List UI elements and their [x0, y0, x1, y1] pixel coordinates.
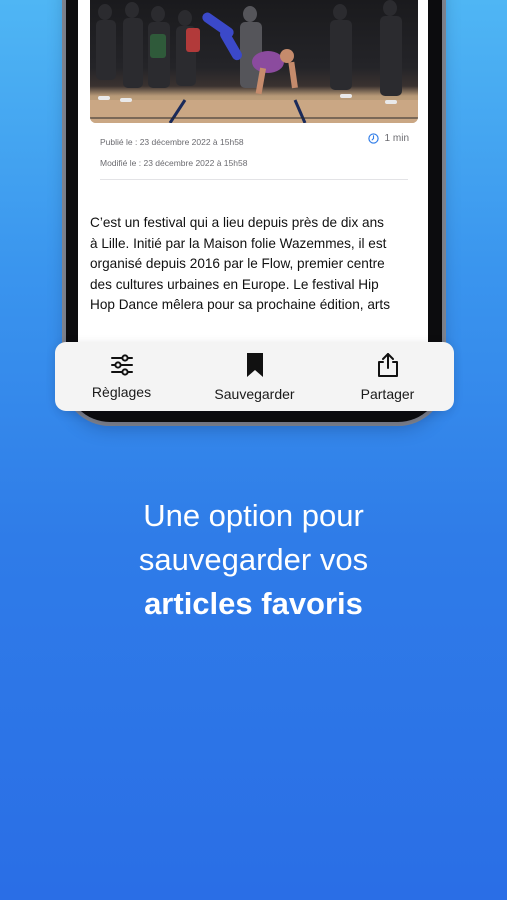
tagline-line-1: Une option pour	[143, 498, 364, 533]
article-body: C’est un festival qui a lieu depuis près…	[90, 213, 414, 316]
read-time: 1 min	[367, 133, 409, 144]
published-date: Publié le : 23 décembre 2022 à 15h58	[100, 137, 244, 147]
promo-tagline: Une option pour sauvegarder vos articles…	[0, 494, 507, 626]
tagline-line-3: articles favoris	[144, 586, 363, 621]
read-time-label: 1 min	[384, 133, 409, 144]
settings-button[interactable]: Règlages	[62, 353, 182, 400]
share-button[interactable]: Partager	[328, 352, 448, 402]
article-body-line: organisé depuis 2016 par le Flow, premie…	[90, 256, 385, 271]
tagline-line-2: sauvegarder vos	[138, 542, 369, 577]
save-button[interactable]: Sauvegarder	[195, 352, 315, 402]
share-icon	[377, 352, 398, 377]
meta-divider	[100, 179, 408, 180]
sliders-icon	[110, 353, 133, 376]
article-body-line: à Lille. Initié par la Maison folie Waze…	[90, 235, 387, 251]
modified-date: Modifié le : 23 décembre 2022 à 15h58	[100, 158, 248, 168]
article-body-line: C’est un festival qui a lieu depuis près…	[90, 215, 384, 230]
share-label: Partager	[360, 385, 415, 402]
clock-icon	[367, 133, 379, 144]
article-action-toolbar: Règlages Sauvegarder Partager	[55, 342, 454, 411]
article-photo	[90, 0, 418, 123]
bookmark-icon	[246, 352, 263, 377]
article-body-line: Hop Dance mêlera pour sa prochaine éditi…	[90, 297, 390, 312]
save-label: Sauvegarder	[214, 385, 295, 402]
settings-label: Règlages	[91, 383, 152, 400]
article-body-line: des cultures urbaines en Europe. Le fest…	[90, 276, 379, 292]
